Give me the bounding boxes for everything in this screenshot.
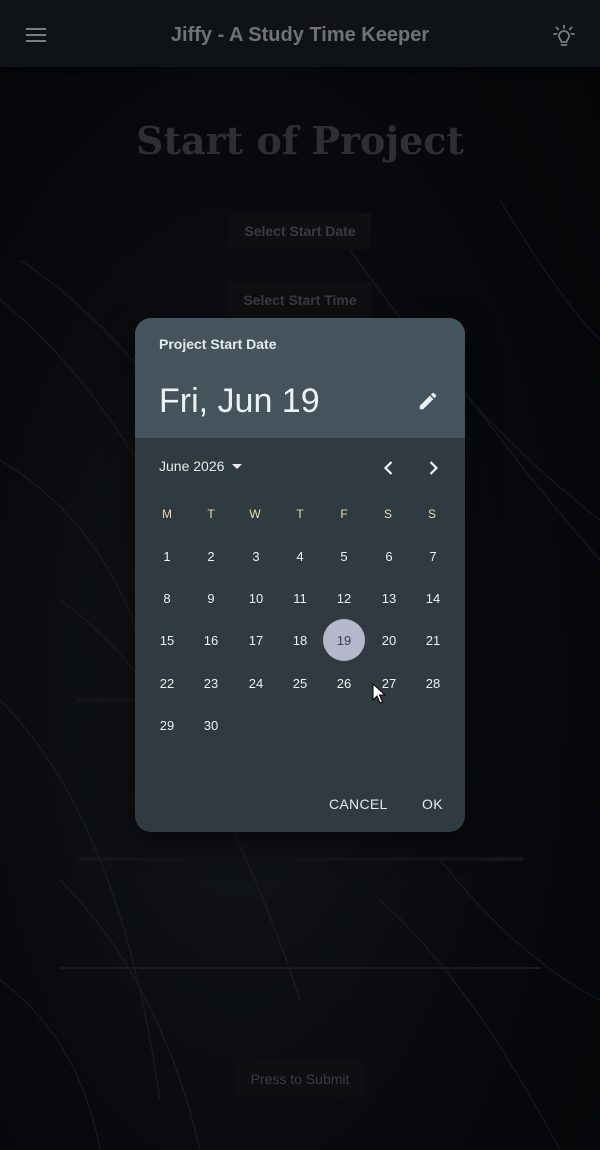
calendar-day[interactable]: 13	[368, 577, 410, 619]
calendar-day[interactable]: 5	[323, 535, 365, 577]
dialog-label: Project Start Date	[159, 336, 277, 352]
weekday-header: M	[162, 507, 172, 521]
dialog-header: Project Start Date Fri, Jun 19	[135, 318, 465, 438]
app-title: Jiffy - A Study Time Keeper	[170, 24, 430, 46]
month-year-selector[interactable]: June 2026	[159, 458, 243, 474]
calendar-day[interactable]: 4	[279, 535, 321, 577]
weekday-header: W	[249, 507, 261, 521]
calendar-day[interactable]: 6	[368, 535, 410, 577]
calendar-day[interactable]: 7	[412, 535, 454, 577]
date-picker-dialog: Project Start Date Fri, Jun 19 June 2026…	[135, 318, 465, 832]
calendar-day[interactable]: 20	[368, 619, 410, 661]
calendar-day[interactable]: 2	[190, 535, 232, 577]
calendar-day[interactable]: 16	[190, 619, 232, 661]
weekday-header: T	[207, 507, 215, 521]
calendar-day[interactable]: 8	[146, 577, 188, 619]
weekday-header: T	[296, 507, 304, 521]
dropdown-caret-icon	[232, 463, 243, 469]
calendar-day[interactable]: 24	[235, 662, 277, 704]
weekday-header: F	[340, 507, 348, 521]
calendar-day[interactable]: 15	[146, 619, 188, 661]
calendar-day[interactable]: 22	[146, 662, 188, 704]
calendar-day[interactable]: 23	[190, 662, 232, 704]
calendar-day[interactable]: 30	[190, 704, 232, 746]
calendar-day[interactable]: 3	[235, 535, 277, 577]
calendar-day[interactable]: 9	[190, 577, 232, 619]
calendar-day[interactable]: 29	[146, 704, 188, 746]
chevron-left-icon[interactable]	[379, 458, 399, 478]
calendar-day[interactable]: 28	[412, 662, 454, 704]
weekday-header: S	[383, 507, 392, 521]
calendar-day[interactable]: 14	[412, 577, 454, 619]
calendar-day[interactable]: 12	[323, 577, 365, 619]
mouse-cursor-icon	[372, 683, 387, 704]
lightbulb-icon[interactable]	[551, 24, 577, 50]
calendar-day[interactable]: 11	[279, 577, 321, 619]
cancel-button[interactable]: CANCEL	[329, 796, 388, 812]
calendar-day[interactable]: 26	[323, 662, 365, 704]
calendar-day[interactable]: 1	[146, 535, 188, 577]
calendar-day[interactable]: 25	[279, 662, 321, 704]
calendar-day[interactable]: 18	[279, 619, 321, 661]
selected-date-display: Fri, Jun 19	[159, 382, 320, 420]
chevron-right-icon[interactable]	[423, 458, 443, 478]
calendar-day[interactable]: 21	[412, 619, 454, 661]
app-bar: Jiffy - A Study Time Keeper	[0, 0, 600, 67]
calendar-day-selected[interactable]: 19	[323, 619, 365, 661]
calendar-day[interactable]: 17	[235, 619, 277, 661]
calendar-day[interactable]: 10	[235, 577, 277, 619]
ok-button[interactable]: OK	[422, 796, 443, 812]
weekday-header: S	[427, 507, 436, 521]
month-year-label: June 2026	[159, 458, 225, 474]
pencil-icon[interactable]	[417, 390, 439, 412]
